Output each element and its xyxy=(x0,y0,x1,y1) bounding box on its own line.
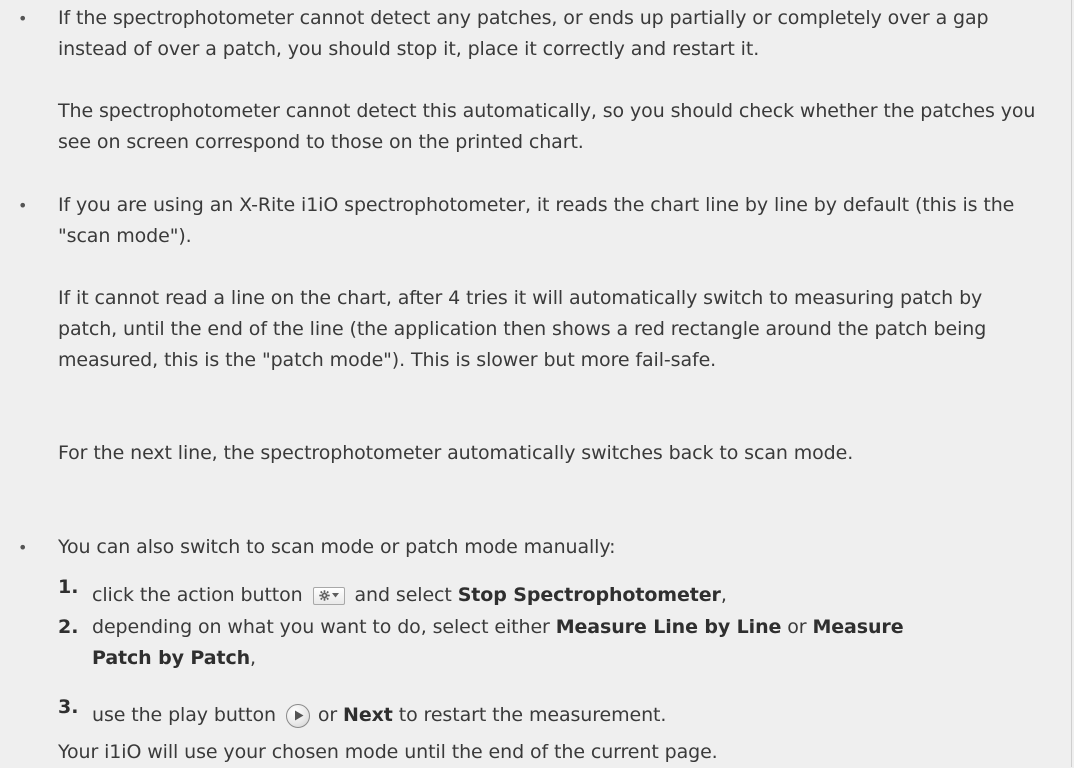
step-text-bold: Measure xyxy=(812,616,904,638)
step-text-part: click the action button xyxy=(92,584,303,606)
step-text-bold: Patch by Patch xyxy=(92,647,251,669)
step-text-part: , xyxy=(250,647,256,669)
paragraph: Your i1iO will use your chosen mode unti… xyxy=(58,741,718,763)
bullet-marker: • xyxy=(18,196,28,215)
step-text-part: and select xyxy=(354,584,452,606)
step-text-part: or xyxy=(317,704,338,726)
bullet-marker: • xyxy=(18,9,28,28)
step-text-part: , xyxy=(720,584,727,606)
step-text-part: depending on what you want to do, select… xyxy=(92,616,550,638)
chevron-down-icon xyxy=(331,593,339,598)
step-text-bold: Next xyxy=(343,704,393,726)
step-text-continued: Patch by Patch, xyxy=(92,643,1032,674)
step-text-part: or xyxy=(787,616,807,638)
paragraph: If you are using an X-Rite i1iO spectrop… xyxy=(58,194,1015,247)
paragraph: For the next line, the spectrophotometer… xyxy=(58,442,854,464)
paragraph: If it cannot read a line on the chart, a… xyxy=(58,287,987,371)
step-text: use the play button or Next to restart t… xyxy=(92,700,1032,731)
step-text-bold: Stop Spectrophotometer xyxy=(457,584,721,606)
bullet-marker: • xyxy=(18,538,28,557)
step-text: click the action button and select Stop … xyxy=(92,580,1032,611)
play-button-icon xyxy=(285,703,310,728)
page-edge-divider xyxy=(1071,0,1072,767)
paragraph: You can also switch to scan mode or patc… xyxy=(58,536,616,558)
step-text-part: use the play button xyxy=(92,704,276,726)
document-page: • If the spectrophotometer cannot detect… xyxy=(0,0,1074,767)
step-number: 3. xyxy=(58,696,79,718)
step-text-bold: Measure Line by Line xyxy=(555,616,782,638)
paragraph: The spectrophotometer cannot detect this… xyxy=(58,100,1036,153)
step-text: depending on what you want to do, select… xyxy=(92,612,1032,643)
play-icon xyxy=(294,710,304,721)
gear-icon xyxy=(318,590,330,601)
step-number: 2. xyxy=(58,616,79,638)
paragraph: If the spectrophotometer cannot detect a… xyxy=(58,7,989,60)
step-text-part: to restart the measurement. xyxy=(398,704,667,726)
step-number: 1. xyxy=(58,576,79,598)
action-button-icon xyxy=(312,586,345,605)
